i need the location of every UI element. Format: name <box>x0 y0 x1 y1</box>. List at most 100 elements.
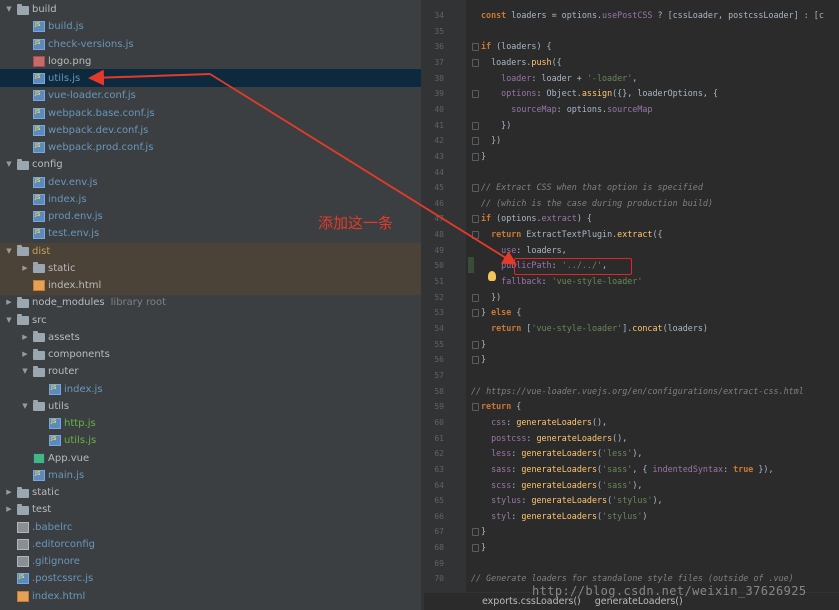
tree-folder[interactable]: ▶ assets <box>0 329 80 346</box>
code-line[interactable]: // Extract CSS when that option is speci… <box>481 180 703 196</box>
code-line[interactable]: }) <box>481 118 511 134</box>
code-line[interactable]: stylus: generateLoaders('stylus'), <box>481 493 662 509</box>
tree-folder[interactable]: ▼ utils <box>0 398 69 415</box>
tree-folder[interactable]: ▼ build <box>0 1 57 18</box>
tree-file[interactable]: ▶.babelrc <box>0 519 72 536</box>
fold-icon[interactable] <box>472 215 479 224</box>
tree-file[interactable]: ▶utils.js <box>0 70 80 87</box>
tree-file[interactable]: ▶test.env.js <box>0 225 99 242</box>
expand-down-icon[interactable]: ▼ <box>20 398 30 415</box>
tree-file[interactable]: ▶logo.png <box>0 53 91 70</box>
code-editor[interactable]: 34 35 36 37 38 39 40 41 42 43 44 45 46 47 48 49 50 51 52 53… <box>424 0 839 610</box>
tree-folder[interactable]: ▶ test <box>0 501 51 518</box>
tree-file[interactable]: ▶index.html <box>0 277 101 294</box>
code-line[interactable]: return ['vue-style-loader'].concat(loade… <box>481 321 708 337</box>
tree-file[interactable]: ▶utils.js <box>0 432 96 449</box>
tree-file[interactable]: ▶vue-loader.conf.js <box>0 87 136 104</box>
line-number: 52 <box>434 292 444 302</box>
tree-file[interactable]: ▶check-versions.js <box>0 36 134 53</box>
code-line[interactable]: // https://vue-loader.vuejs.org/en/confi… <box>471 384 804 400</box>
code-line[interactable]: const loaders = options.usePostCSS ? [cs… <box>481 8 824 24</box>
tree-folder[interactable]: ▶ static <box>0 484 59 501</box>
tree-item-label: http.js <box>64 418 96 429</box>
code-line[interactable]: } <box>481 540 486 556</box>
expand-down-icon[interactable]: ▼ <box>20 363 30 380</box>
fold-icon[interactable] <box>472 58 479 67</box>
fold-icon[interactable] <box>472 356 479 365</box>
tree-file[interactable]: ▶.editorconfig <box>0 536 95 553</box>
code-line[interactable]: // (which is the case during production … <box>481 196 713 212</box>
code-token: loaders = options. <box>511 10 603 20</box>
code-line[interactable]: return { <box>481 399 521 415</box>
tree-folder[interactable]: ▶ components <box>0 346 110 363</box>
tree-file[interactable]: ▶webpack.dev.conf.js <box>0 122 148 139</box>
tree-folder[interactable]: ▶ static <box>0 260 75 277</box>
code-line[interactable]: fallback: 'vue-style-loader' <box>481 274 642 290</box>
code-line[interactable]: } else { <box>481 305 521 321</box>
tree-file[interactable]: ▶http.js <box>0 415 96 432</box>
fold-icon[interactable] <box>472 293 479 302</box>
tree-folder[interactable]: ▶ node_modules library root <box>0 294 166 311</box>
expand-down-icon[interactable]: ▼ <box>4 312 14 329</box>
expand-right-icon[interactable]: ▶ <box>4 501 14 518</box>
tree-file[interactable]: ▶index.js <box>0 191 87 208</box>
code-line[interactable]: postcss: generateLoaders(), <box>481 431 627 447</box>
code-line[interactable]: } <box>481 149 486 165</box>
expand-right-icon[interactable]: ▶ <box>20 260 30 277</box>
tree-file[interactable]: ▶webpack.base.conf.js <box>0 105 155 122</box>
code-line[interactable]: }) <box>481 133 501 149</box>
tree-folder[interactable]: ▼ router <box>0 363 79 380</box>
code-line[interactable]: sourceMap: options.sourceMap <box>481 102 652 118</box>
tree-folder[interactable]: ▼ config <box>0 156 63 173</box>
expand-down-icon[interactable]: ▼ <box>4 243 14 260</box>
expand-down-icon[interactable]: ▼ <box>4 1 14 18</box>
fold-icon[interactable] <box>472 309 479 318</box>
tree-file[interactable]: ▶build.js <box>0 18 84 35</box>
code-line[interactable]: if (loaders) { <box>481 39 552 55</box>
fold-icon[interactable] <box>472 544 479 553</box>
code-line[interactable]: css: generateLoaders(), <box>481 415 607 431</box>
code-line[interactable]: less: generateLoaders('less'), <box>481 446 642 462</box>
fold-icon[interactable] <box>472 90 479 99</box>
tree-file[interactable]: ▶main.js <box>0 467 84 484</box>
code-line[interactable]: options: Object.assign({}, loaderOptions… <box>481 86 718 102</box>
fold-icon[interactable] <box>472 184 479 193</box>
tree-file[interactable]: ▶index.js <box>0 381 103 398</box>
expand-right-icon[interactable]: ▶ <box>4 294 14 311</box>
tree-file[interactable]: ▶App.vue <box>0 450 89 467</box>
fold-icon[interactable] <box>472 152 479 161</box>
tree-folder[interactable]: ▼ src <box>0 312 47 329</box>
code-line[interactable]: if (options.extract) { <box>481 211 592 227</box>
expand-right-icon[interactable]: ▶ <box>20 329 30 346</box>
expand-right-icon[interactable]: ▶ <box>20 346 30 363</box>
fold-icon[interactable] <box>472 340 479 349</box>
code-line[interactable]: } <box>481 352 486 368</box>
tree-file[interactable]: ▶webpack.prod.conf.js <box>0 139 153 156</box>
expand-down-icon[interactable]: ▼ <box>4 156 14 173</box>
fold-icon[interactable] <box>472 121 479 130</box>
code-line[interactable]: } <box>481 524 486 540</box>
fold-icon[interactable] <box>472 43 479 52</box>
code-line[interactable]: sass: generateLoaders('sass', { indented… <box>481 462 773 478</box>
tree-folder[interactable]: ▼ dist <box>0 243 50 260</box>
fold-icon[interactable] <box>472 137 479 146</box>
code-line[interactable]: return ExtractTextPlugin.extract({ <box>481 227 662 243</box>
tree-file[interactable]: ▶.postcssrc.js <box>0 570 93 587</box>
code-line[interactable]: }) <box>481 290 501 306</box>
code-line[interactable]: } <box>481 337 486 353</box>
tree-file[interactable]: ▶.gitignore <box>0 553 80 570</box>
tree-file[interactable]: ▶index.html <box>0 588 85 605</box>
fold-icon[interactable] <box>472 528 479 537</box>
code-line[interactable]: scss: generateLoaders('sass'), <box>481 478 642 494</box>
code-line[interactable]: styl: generateLoaders('stylus') <box>481 509 647 525</box>
fold-icon[interactable] <box>472 403 479 412</box>
cfg-icon <box>17 521 29 533</box>
tree-file[interactable]: ▶dev.env.js <box>0 174 98 191</box>
code-line[interactable]: use: loaders, <box>481 243 567 259</box>
code-line[interactable]: loader: loader + '-loader', <box>481 71 637 87</box>
fold-icon[interactable] <box>472 231 479 240</box>
expand-right-icon[interactable]: ▶ <box>4 484 14 501</box>
code-line[interactable]: loaders.push({ <box>481 55 562 71</box>
tree-file[interactable]: ▶prod.env.js <box>0 208 103 225</box>
project-tree[interactable]: ▼build▶build.js▶check-versions.js▶logo.p… <box>0 0 421 610</box>
